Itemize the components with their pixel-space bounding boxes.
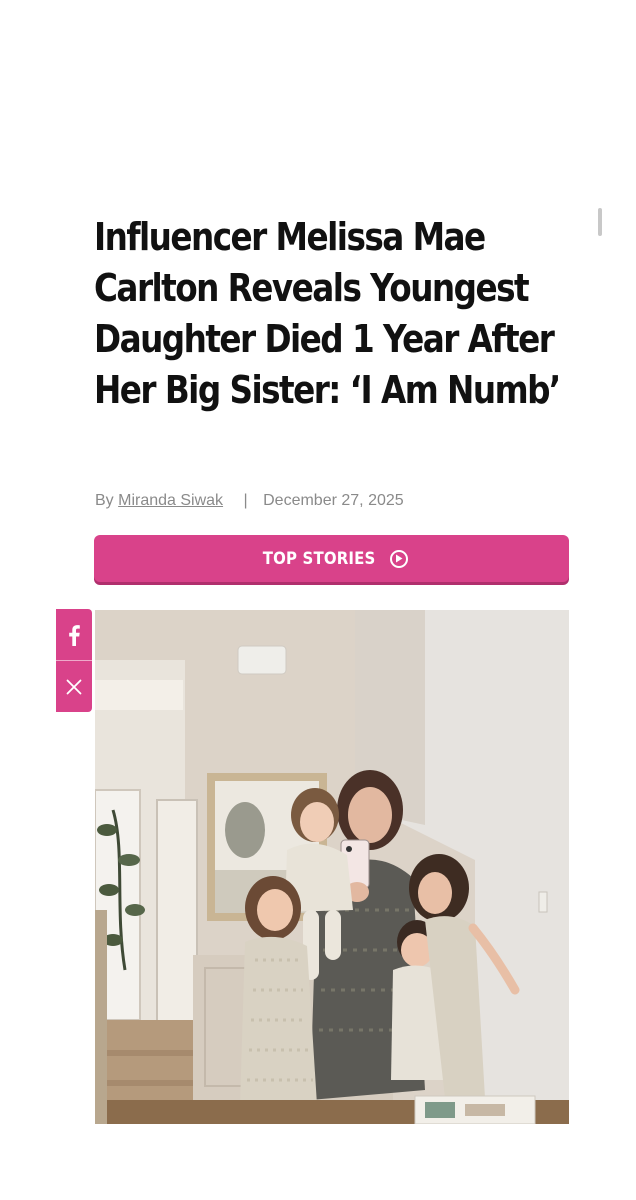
- article-photo[interactable]: [95, 610, 569, 1124]
- byline-prefix: By: [95, 492, 114, 509]
- play-circle-icon: [389, 549, 408, 568]
- publish-date: December 27, 2025: [263, 492, 404, 509]
- top-stories-label: TOP STORIES: [263, 548, 376, 569]
- share-rail: [56, 609, 92, 712]
- share-facebook-button[interactable]: [56, 609, 92, 660]
- x-icon: [66, 679, 82, 694]
- scroll-indicator[interactable]: [598, 208, 602, 236]
- article-headline: Influencer Melissa Mae Carlton Reveals Y…: [94, 215, 561, 412]
- share-x-button[interactable]: [56, 661, 92, 712]
- family-selfie-image: [95, 610, 569, 1124]
- facebook-icon: [69, 624, 80, 646]
- byline-separator: |: [243, 492, 248, 509]
- author-link[interactable]: Miranda Siwak: [118, 492, 223, 509]
- byline: By Miranda Siwak | December 27, 2025: [95, 492, 404, 510]
- top-stories-button[interactable]: TOP STORIES: [94, 535, 569, 582]
